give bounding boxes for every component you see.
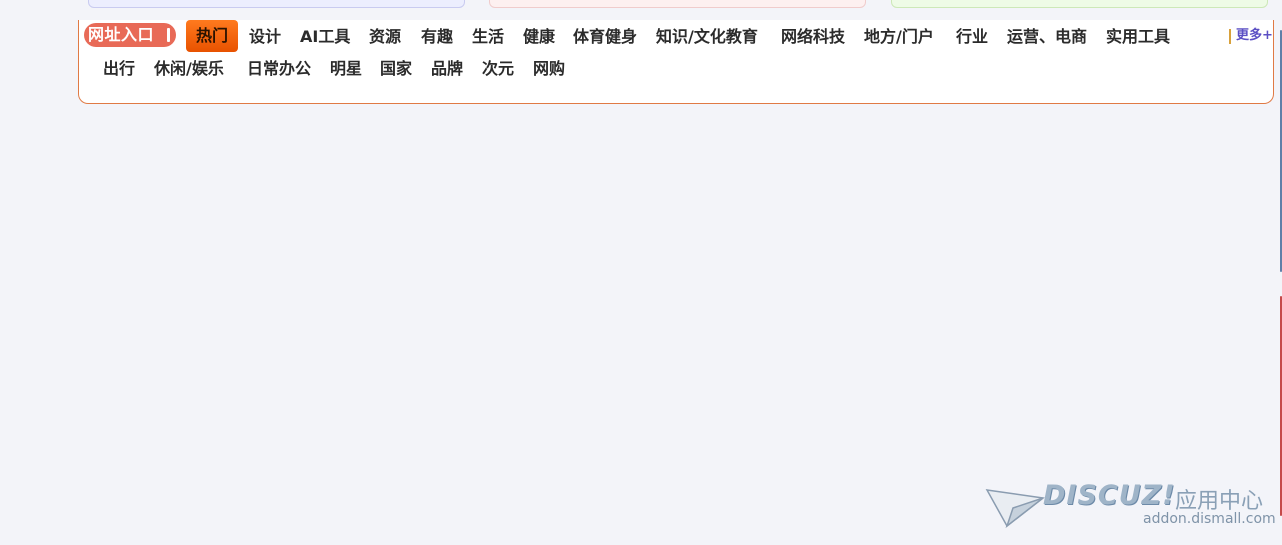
tab-fun[interactable]: 有趣 — [421, 27, 453, 47]
tab-ecommerce[interactable]: 运营、电商 — [1007, 27, 1087, 47]
tab-entertainment[interactable]: 休闲/娱乐 — [154, 59, 224, 79]
entry-badge-label: 网址入口 — [88, 25, 155, 44]
discuz-watermark: DISCUZ! 应用中心 addon.dismall.com — [985, 480, 1276, 540]
more-link[interactable]: 更多+ — [1236, 27, 1273, 45]
watermark-url: addon.dismall.com — [1143, 511, 1276, 527]
tab-countries[interactable]: 国家 — [380, 59, 412, 79]
tab-acg[interactable]: 次元 — [482, 59, 514, 79]
tab-resources[interactable]: 资源 — [369, 27, 401, 47]
tab-industry[interactable]: 行业 — [956, 27, 988, 47]
more-divider — [1229, 29, 1231, 44]
tab-utilities[interactable]: 实用工具 — [1106, 27, 1170, 47]
tab-design[interactable]: 设计 — [249, 27, 281, 47]
entry-badge: 网址入口 — [84, 23, 176, 47]
tab-stars[interactable]: 明星 — [330, 59, 362, 79]
watermark-brand: DISCUZ! — [1043, 480, 1176, 511]
tab-education[interactable]: 知识/文化教育 — [656, 27, 758, 47]
top-card-middle — [489, 0, 866, 8]
tab-brands[interactable]: 品牌 — [431, 59, 463, 79]
paper-plane-icon — [985, 489, 1045, 529]
tab-tech[interactable]: 网络科技 — [781, 27, 845, 47]
tab-portals[interactable]: 地方/门户 — [864, 27, 934, 47]
tab-health[interactable]: 健康 — [523, 27, 555, 47]
top-card-left — [88, 0, 465, 8]
tab-office[interactable]: 日常办公 — [247, 59, 311, 79]
tab-hot[interactable]: 热门 — [186, 20, 239, 52]
tab-sports[interactable]: 体育健身 — [573, 27, 637, 47]
tab-life[interactable]: 生活 — [472, 27, 504, 47]
tab-travel[interactable]: 出行 — [103, 59, 135, 79]
top-card-right — [891, 0, 1268, 8]
tab-shopping[interactable]: 网购 — [533, 59, 565, 79]
entry-badge-divider — [167, 28, 170, 42]
tab-ai-tools[interactable]: AI工具 — [300, 27, 350, 47]
